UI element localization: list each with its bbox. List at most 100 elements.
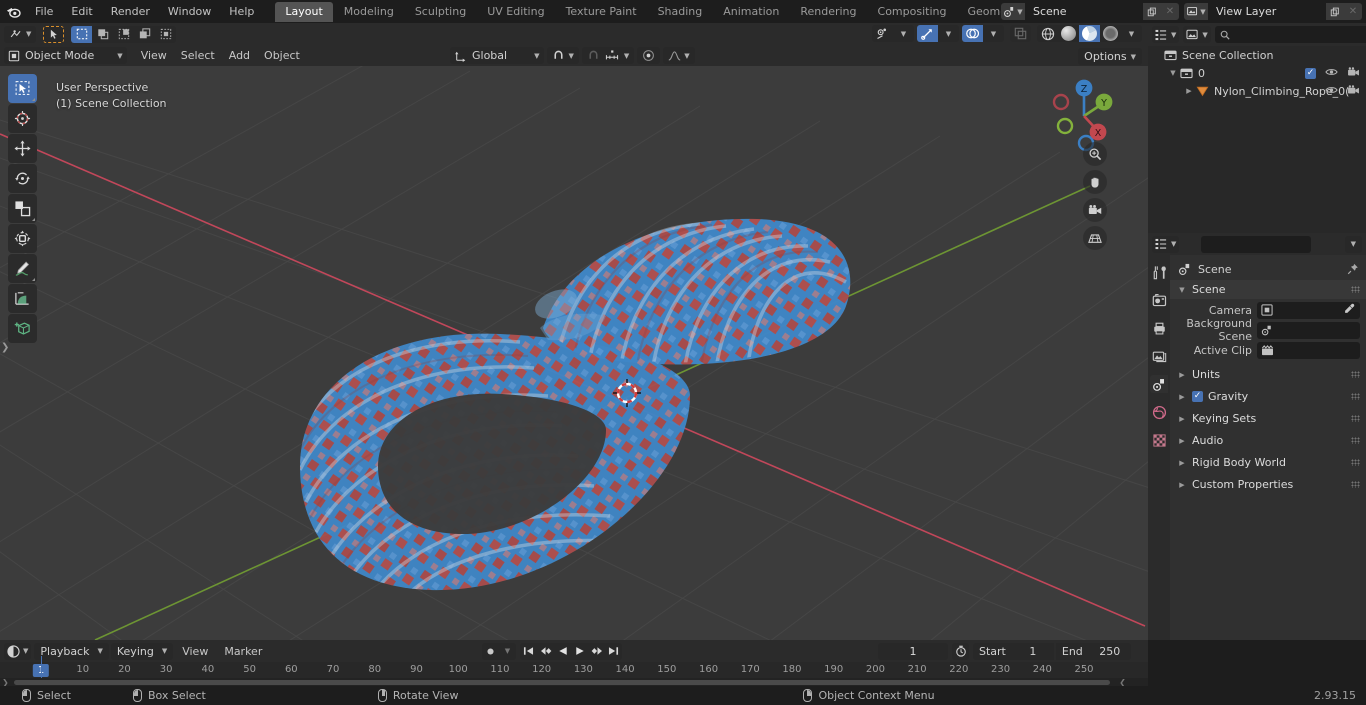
properties-editor-type[interactable]: ▼ (1152, 235, 1180, 253)
scene-name[interactable]: Scene (1025, 3, 1143, 20)
row-disable-render-icon[interactable] (1347, 66, 1360, 80)
properties-panel-header[interactable]: ▶ Keying Sets (1170, 408, 1366, 429)
menu-window[interactable]: Window (159, 0, 220, 23)
timeline-scrollbar[interactable]: ❯ ❮ (0, 678, 1148, 687)
next-keyframe-icon[interactable] (588, 642, 605, 660)
timeline-editor-type[interactable]: ▼ (4, 642, 32, 660)
blender-logo-icon[interactable] (0, 0, 26, 23)
properties-panel-header[interactable]: ▶ Rigid Body World (1170, 452, 1366, 473)
properties-panel-header[interactable]: ▶ ✓ Gravity (1170, 386, 1366, 407)
snap-magnet-icon[interactable]: ▼ (547, 47, 579, 64)
row-disclosure-triangle[interactable]: ▼ (1168, 69, 1178, 77)
timeline-menu-keying[interactable]: Keying ▼ (110, 642, 174, 660)
row-hide-eye-icon[interactable] (1325, 85, 1338, 98)
panel-checkbox[interactable]: ✓ (1192, 391, 1203, 402)
new-view-layer-button[interactable] (1326, 3, 1344, 20)
object-mode-selector[interactable]: Object Mode ▼ (4, 47, 127, 64)
outliner-search-input[interactable] (1233, 28, 1366, 41)
move-tool[interactable] (8, 134, 37, 163)
delete-view-layer-button[interactable]: ✕ (1344, 3, 1362, 20)
output-tab[interactable] (1150, 319, 1168, 337)
properties-search-box[interactable] (1201, 235, 1356, 253)
end-frame-value[interactable]: 250 (1088, 642, 1131, 660)
properties-panel-header[interactable]: ▶ Units (1170, 364, 1366, 385)
menu-render[interactable]: Render (102, 0, 159, 23)
row-disable-render-icon[interactable] (1347, 84, 1360, 98)
tab-uv-editing[interactable]: UV Editing (477, 2, 554, 22)
transform-tool[interactable] (8, 224, 37, 253)
use-preview-range-icon[interactable] (952, 642, 969, 660)
properties-panel-header[interactable]: ▶ Audio (1170, 430, 1366, 451)
timeline-menu-view[interactable]: View (175, 643, 215, 660)
row-checkbox[interactable]: ✓ (1305, 67, 1316, 79)
current-frame-field[interactable]: 1 (878, 642, 948, 660)
start-frame-value[interactable]: 1 (1011, 642, 1054, 660)
menu-edit[interactable]: Edit (62, 0, 101, 23)
timeline-ruler[interactable]: 10 20 30 40 50 60 70 80 90 100 110 120 130 140 150 160 1… (0, 662, 1148, 678)
xray-toggle-icon[interactable] (1010, 25, 1031, 42)
jump-to-start-icon[interactable] (520, 642, 537, 660)
tab-animation[interactable]: Animation (713, 2, 789, 22)
properties-search-input[interactable] (1210, 237, 1356, 251)
viewport-menu-add[interactable]: Add (222, 47, 257, 64)
wireframe-shading-icon[interactable] (1037, 25, 1058, 42)
viewport-menu-select[interactable]: Select (174, 47, 222, 64)
viewport-menu-object[interactable]: Object (257, 47, 307, 64)
texture-tab[interactable] (1150, 431, 1168, 449)
select-subtract-icon[interactable] (113, 25, 135, 43)
properties-panel-header[interactable]: ▶ Custom Properties (1170, 474, 1366, 495)
ortho-grid-icon[interactable] (1083, 226, 1107, 250)
view-layer-name[interactable]: View Layer (1208, 3, 1326, 20)
previous-keyframe-icon[interactable] (537, 642, 554, 660)
scene-tab[interactable] (1150, 375, 1168, 393)
tab-layout[interactable]: Layout (275, 1, 333, 22)
menu-file[interactable]: File (26, 0, 62, 23)
tab-compositing[interactable]: Compositing (868, 2, 957, 22)
new-scene-button[interactable] (1143, 3, 1161, 20)
snap-settings-group[interactable]: ▼ (581, 47, 635, 64)
3d-viewport[interactable]: User Perspective (1) Scene Collection Z … (0, 66, 1148, 640)
timeline-scroll-thumb[interactable] (14, 679, 1110, 685)
tab-rendering[interactable]: Rendering (790, 2, 866, 22)
cursor-select-toggle[interactable] (43, 25, 65, 43)
outliner-row[interactable]: ▶ Nylon_Climbing_Rope_0( (1148, 82, 1366, 100)
editor-type-selector[interactable]: ▼ (4, 25, 37, 43)
gizmo-dropdown[interactable]: ▼ (938, 25, 959, 42)
outliner-display-mode[interactable]: ▼ (1183, 26, 1211, 43)
material-preview-shading-icon[interactable] (1079, 25, 1100, 42)
eyedropper-icon[interactable] (1344, 303, 1355, 317)
view-layer-tab[interactable] (1150, 347, 1168, 365)
panel-disclosure-triangle[interactable]: ▶ (1177, 481, 1187, 489)
tab-shading[interactable]: Shading (648, 2, 713, 22)
sidebar-toggle-arrow[interactable]: ❯ (1, 342, 9, 353)
properties-options-button[interactable]: ▼ (1344, 235, 1362, 253)
outliner-row[interactable]: ▼ 0 ✓ (1148, 64, 1366, 82)
measure-tool[interactable] (8, 284, 37, 313)
tab-sculpting[interactable]: Sculpting (405, 2, 476, 22)
panel-disclosure-triangle[interactable]: ▶ (1177, 459, 1187, 467)
solid-shading-icon[interactable] (1058, 25, 1079, 42)
zoom-icon[interactable] (1083, 142, 1107, 166)
shading-dropdown[interactable]: ▼ (1121, 25, 1142, 42)
camera-icon[interactable] (1083, 198, 1107, 222)
select-extend-icon[interactable] (92, 25, 114, 43)
viewport-menu-view[interactable]: View (134, 47, 174, 64)
panel-disclosure-triangle[interactable]: ▶ (1177, 415, 1187, 423)
scene-field-input[interactable] (1257, 301, 1360, 319)
rotate-tool[interactable] (8, 164, 37, 193)
tab-modeling[interactable]: Modeling (334, 2, 404, 22)
tab-texture-paint[interactable]: Texture Paint (556, 2, 647, 22)
jump-to-end-icon[interactable] (605, 642, 622, 660)
scene-panel-disclosure[interactable]: ▼ (1177, 286, 1187, 294)
proportional-edit-icon[interactable] (637, 47, 661, 64)
menu-help[interactable]: Help (220, 0, 263, 23)
row-hide-eye-icon[interactable] (1325, 67, 1338, 80)
timeline-menu-playback[interactable]: Playback ▼ (34, 642, 109, 660)
view-layer-selector[interactable]: ▼ View Layer ✕ (1184, 3, 1362, 20)
outliner-editor-type[interactable]: ▼ (1152, 26, 1180, 43)
pan-hand-icon[interactable] (1083, 170, 1107, 194)
record-icon[interactable] (482, 642, 499, 660)
outliner-search-box[interactable] (1214, 26, 1366, 43)
rendered-shading-icon[interactable] (1100, 25, 1121, 42)
scene-field-input[interactable] (1257, 341, 1360, 359)
